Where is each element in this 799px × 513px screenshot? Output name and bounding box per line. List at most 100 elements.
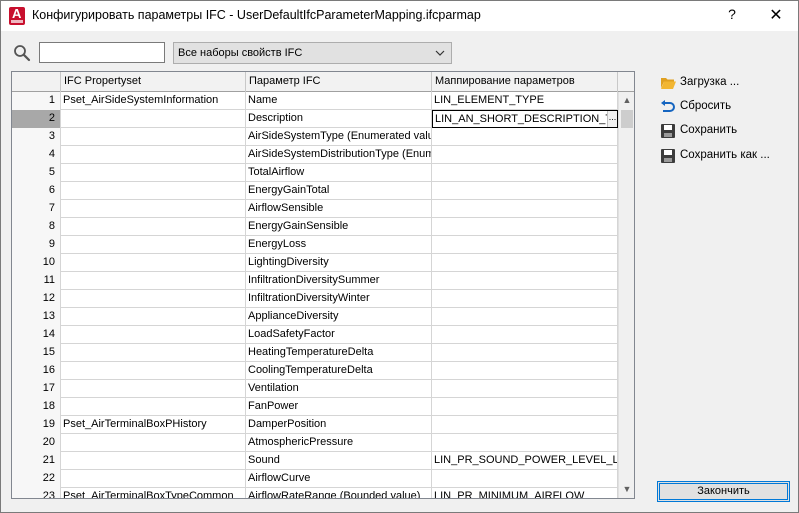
table-row[interactable]: 21 Sound LIN_PR_SOUND_POWER_LEVEL_LW: [12, 452, 618, 470]
mapping-cell[interactable]: [432, 290, 618, 308]
mapping-cell[interactable]: [432, 236, 618, 254]
mapping-cell[interactable]: LIN_ELEMENT_TYPE: [432, 92, 618, 110]
ifc-parameter-cell[interactable]: AirSideSystemType (Enumerated value): [246, 128, 432, 146]
mapping-cell[interactable]: LIN_AN_SHORT_DESCRIPTION_TEXT...: [432, 110, 618, 128]
table-row[interactable]: 6 EnergyGainTotal: [12, 182, 618, 200]
row-number-cell[interactable]: 15: [12, 344, 61, 362]
mapping-cell[interactable]: [432, 164, 618, 182]
propertyset-cell[interactable]: Pset_AirSideSystemInformation: [61, 92, 246, 110]
ifc-parameter-cell[interactable]: Sound: [246, 452, 432, 470]
table-row[interactable]: 16 CoolingTemperatureDelta: [12, 362, 618, 380]
row-number-cell[interactable]: 7: [12, 200, 61, 218]
mapping-cell[interactable]: [432, 344, 618, 362]
ifc-parameter-cell[interactable]: EnergyLoss: [246, 236, 432, 254]
row-number-cell[interactable]: 17: [12, 380, 61, 398]
ifc-parameter-cell[interactable]: HeatingTemperatureDelta: [246, 344, 432, 362]
ifc-parameter-cell[interactable]: InfiltrationDiversitySummer: [246, 272, 432, 290]
propertyset-cell[interactable]: [61, 128, 246, 146]
propertyset-cell[interactable]: [61, 146, 246, 164]
mapping-cell[interactable]: [432, 380, 618, 398]
row-number-cell[interactable]: 12: [12, 290, 61, 308]
row-number-cell[interactable]: 20: [12, 434, 61, 452]
row-number-cell[interactable]: 16: [12, 362, 61, 380]
row-number-cell[interactable]: 19: [12, 416, 61, 434]
table-row[interactable]: 20 AtmosphericPressure: [12, 434, 618, 452]
propertyset-cell[interactable]: [61, 182, 246, 200]
mapping-cell[interactable]: [432, 146, 618, 164]
propertyset-cell[interactable]: [61, 254, 246, 272]
table-row[interactable]: 3 AirSideSystemType (Enumerated value): [12, 128, 618, 146]
propertyset-cell[interactable]: [61, 308, 246, 326]
close-button[interactable]: ✕: [764, 4, 788, 28]
mapping-cell[interactable]: [432, 326, 618, 344]
row-number-cell[interactable]: 3: [12, 128, 61, 146]
row-number-cell[interactable]: 11: [12, 272, 61, 290]
ifc-parameter-cell[interactable]: Name: [246, 92, 432, 110]
row-number-cell[interactable]: 18: [12, 398, 61, 416]
row-number-cell[interactable]: 21: [12, 452, 61, 470]
ifc-parameter-cell[interactable]: CoolingTemperatureDelta: [246, 362, 432, 380]
mapping-cell[interactable]: [432, 398, 618, 416]
mapping-cell[interactable]: LIN_PR_SOUND_POWER_LEVEL_LW: [432, 452, 618, 470]
table-row[interactable]: 14 LoadSafetyFactor: [12, 326, 618, 344]
mapping-cell[interactable]: [432, 308, 618, 326]
column-header-ifc-parameter[interactable]: Параметр IFC: [246, 72, 432, 92]
vertical-scrollbar[interactable]: ▲ ▼: [618, 92, 634, 498]
scroll-thumb[interactable]: [621, 110, 633, 128]
mapping-cell[interactable]: [432, 434, 618, 452]
row-number-cell[interactable]: 14: [12, 326, 61, 344]
mapping-cell[interactable]: [432, 200, 618, 218]
row-number-cell[interactable]: 4: [12, 146, 61, 164]
ifc-parameter-cell[interactable]: EnergyGainSensible: [246, 218, 432, 236]
row-number-cell[interactable]: 1: [12, 92, 61, 110]
propertyset-cell[interactable]: [61, 290, 246, 308]
ifc-parameter-cell[interactable]: AirflowRateRange (Bounded value): [246, 488, 432, 498]
row-number-cell[interactable]: 9: [12, 236, 61, 254]
mapping-cell[interactable]: [432, 254, 618, 272]
propertyset-cell[interactable]: [61, 272, 246, 290]
mapping-cell[interactable]: LIN_PR_MINIMUM_AIRFLOW: [432, 488, 618, 498]
propertyset-cell[interactable]: [61, 380, 246, 398]
table-row[interactable]: 23 Pset_AirTerminalBoxTypeCommon AirflowRa…: [12, 488, 618, 498]
mapping-cell[interactable]: [432, 182, 618, 200]
ifc-parameter-cell[interactable]: Ventilation: [246, 380, 432, 398]
mapping-cell[interactable]: [432, 362, 618, 380]
column-header-mapping[interactable]: Маппирование параметров: [432, 72, 618, 92]
ifc-parameter-cell[interactable]: LoadSafetyFactor: [246, 326, 432, 344]
ifc-parameter-cell[interactable]: AtmosphericPressure: [246, 434, 432, 452]
propertyset-cell[interactable]: [61, 452, 246, 470]
table-row[interactable]: 18 FanPower: [12, 398, 618, 416]
row-number-cell[interactable]: 6: [12, 182, 61, 200]
mapping-cell[interactable]: [432, 470, 618, 488]
search-input[interactable]: [39, 42, 165, 63]
propertyset-cell[interactable]: [61, 326, 246, 344]
propertyset-cell[interactable]: [61, 362, 246, 380]
mapping-cell[interactable]: [432, 272, 618, 290]
ifc-parameter-cell[interactable]: AirSideSystemDistributionType (Enumerate…: [246, 146, 432, 164]
propertyset-filter-select[interactable]: Все наборы свойств IFC: [173, 42, 452, 64]
scroll-down-arrow-icon[interactable]: ▼: [619, 481, 634, 498]
propertyset-cell[interactable]: [61, 434, 246, 452]
row-number-cell[interactable]: 22: [12, 470, 61, 488]
propertyset-cell[interactable]: [61, 236, 246, 254]
propertyset-cell[interactable]: [61, 110, 246, 128]
ifc-parameter-cell[interactable]: AirflowSensible: [246, 200, 432, 218]
table-row[interactable]: 8 EnergyGainSensible: [12, 218, 618, 236]
table-row[interactable]: 5 TotalAirflow: [12, 164, 618, 182]
table-row[interactable]: 12 InfiltrationDiversityWinter: [12, 290, 618, 308]
row-number-cell[interactable]: 13: [12, 308, 61, 326]
row-number-cell[interactable]: 23: [12, 488, 61, 498]
scroll-up-arrow-icon[interactable]: ▲: [619, 92, 634, 109]
row-number-cell[interactable]: 2: [12, 110, 61, 128]
ifc-parameter-cell[interactable]: InfiltrationDiversityWinter: [246, 290, 432, 308]
table-row[interactable]: 9 EnergyLoss: [12, 236, 618, 254]
propertyset-cell[interactable]: [61, 470, 246, 488]
row-number-cell[interactable]: 5: [12, 164, 61, 182]
mapping-cell[interactable]: [432, 416, 618, 434]
ifc-parameter-cell[interactable]: DamperPosition: [246, 416, 432, 434]
ifc-parameter-cell[interactable]: ApplianceDiversity: [246, 308, 432, 326]
browse-ellipsis-button[interactable]: ...: [607, 111, 617, 127]
table-row[interactable]: 11 InfiltrationDiversitySummer: [12, 272, 618, 290]
table-row[interactable]: 10 LightingDiversity: [12, 254, 618, 272]
ifc-parameter-cell[interactable]: FanPower: [246, 398, 432, 416]
